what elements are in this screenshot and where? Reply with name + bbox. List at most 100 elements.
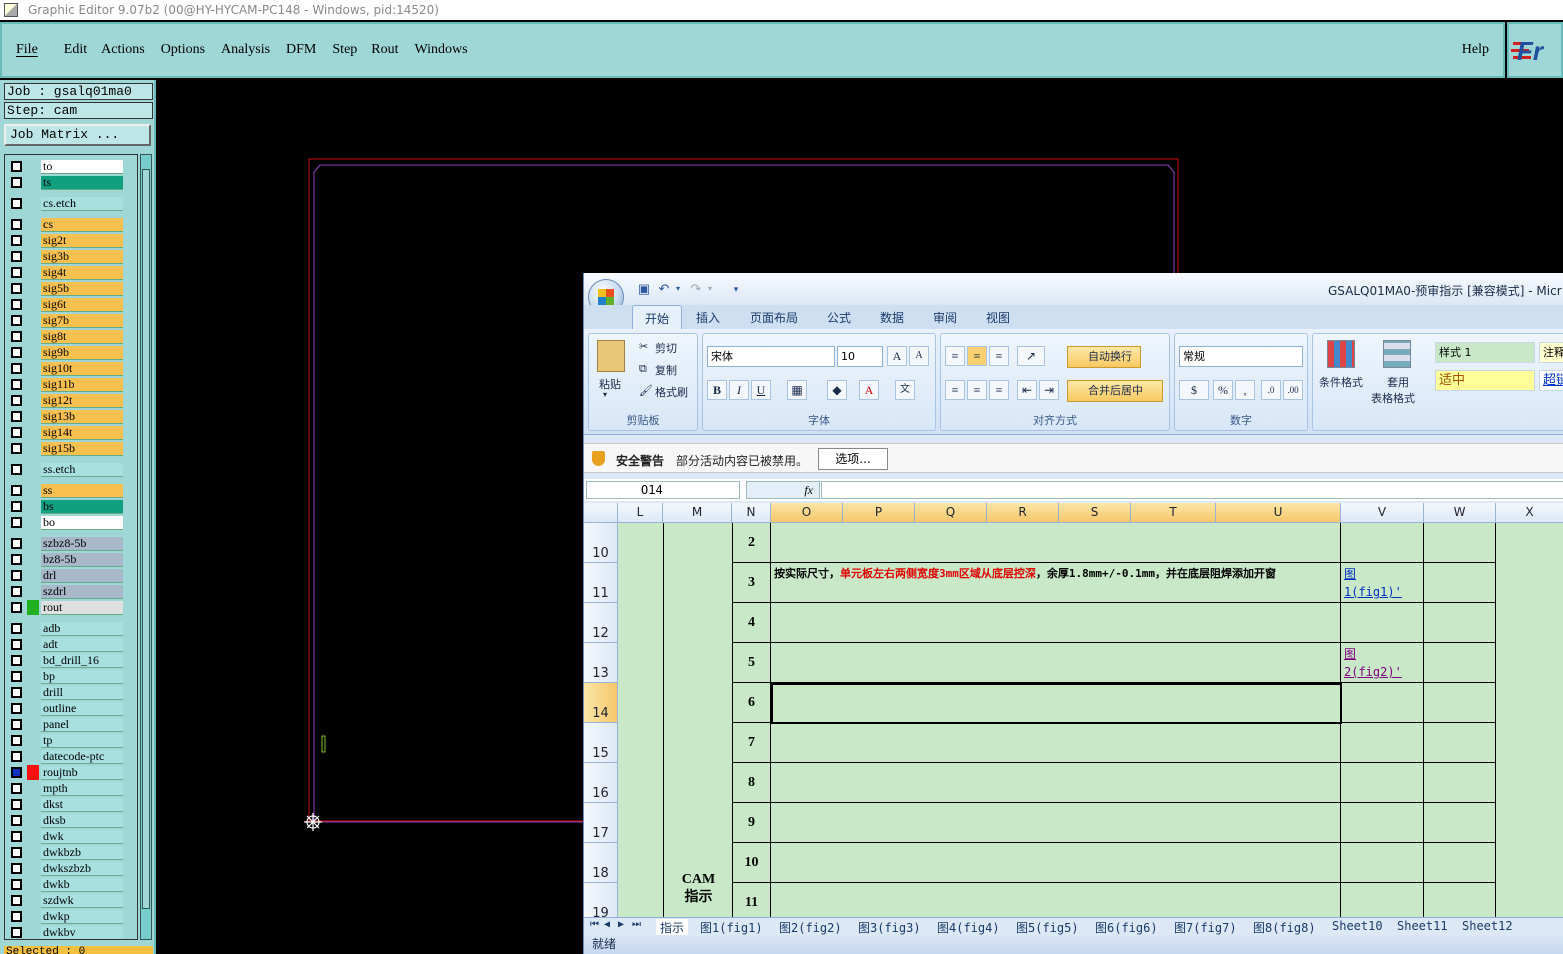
cut-button[interactable]: 剪切: [655, 340, 677, 356]
layer-checkbox-icon[interactable]: [11, 602, 22, 613]
security-options-button[interactable]: 选项...: [818, 448, 888, 470]
first-sheet-icon[interactable]: ⏮: [590, 919, 599, 930]
layer-name[interactable]: dwk: [41, 830, 123, 844]
decrease-indent-icon[interactable]: ⇤: [1017, 380, 1037, 400]
save-icon[interactable]: ▣: [636, 281, 652, 297]
table-format-icon[interactable]: [1383, 340, 1411, 368]
grow-font-icon[interactable]: A: [887, 346, 907, 366]
layer-checkbox-icon[interactable]: [11, 863, 22, 874]
layer-name[interactable]: sig7b: [41, 314, 123, 328]
v-column-cell[interactable]: [1341, 523, 1424, 563]
w-column-cell[interactable]: [1424, 643, 1496, 683]
layer-color-swatch[interactable]: [27, 329, 39, 344]
step-number-cell[interactable]: 4: [732, 603, 771, 643]
layer-checkbox-icon[interactable]: [11, 687, 22, 698]
layer-row-mpth[interactable]: mpth: [5, 781, 135, 796]
layer-row-sig15b[interactable]: sig15b: [5, 441, 135, 456]
align-center-icon[interactable]: ≡: [967, 380, 987, 400]
layer-color-swatch[interactable]: [27, 653, 39, 668]
layer-name[interactable]: szdrl: [41, 585, 123, 599]
row-header-15[interactable]: 15: [584, 723, 618, 763]
layer-name[interactable]: sig13b: [41, 410, 123, 424]
layer-color-swatch[interactable]: [27, 233, 39, 248]
tab-review[interactable]: 审阅: [933, 309, 957, 326]
layer-row-bd_drill_16[interactable]: bd_drill_16: [5, 653, 135, 668]
layer-checkbox-icon[interactable]: [11, 501, 22, 512]
layer-name[interactable]: bp: [41, 670, 123, 684]
layer-checkbox-icon[interactable]: [11, 751, 22, 762]
w-column-cell[interactable]: [1424, 803, 1496, 843]
layer-name[interactable]: dwkp: [41, 910, 123, 924]
decrease-decimal-icon[interactable]: .00: [1283, 380, 1303, 400]
layer-row-dwkbv[interactable]: dwkbv: [5, 925, 135, 939]
layer-color-swatch[interactable]: [27, 797, 39, 812]
layer-row-ss.etch[interactable]: ss.etch: [5, 462, 135, 477]
layer-checkbox-icon[interactable]: [11, 799, 22, 810]
layer-row-dwkb[interactable]: dwkb: [5, 877, 135, 892]
table-format-label-2[interactable]: 表格格式: [1371, 390, 1415, 406]
menu-step[interactable]: Step: [332, 42, 357, 58]
cut-icon[interactable]: ✂: [639, 340, 648, 353]
col-header-n[interactable]: N: [732, 503, 771, 523]
layer-row-cs[interactable]: cs: [5, 217, 135, 232]
layer-name[interactable]: sig4t: [41, 266, 123, 280]
layer-row-tp[interactable]: tp: [5, 733, 135, 748]
accounting-format-icon[interactable]: $: [1179, 380, 1209, 400]
layer-row-dwkp[interactable]: dwkp: [5, 909, 135, 924]
layer-color-swatch[interactable]: [27, 568, 39, 583]
style-neutral-cell[interactable]: 适中: [1435, 370, 1535, 391]
layer-color-swatch[interactable]: [27, 765, 39, 780]
layer-color-swatch[interactable]: [27, 361, 39, 376]
font-size-select[interactable]: 10: [837, 346, 883, 367]
worksheet-grid[interactable]: L M N O P Q R S T U V W X 10 2 11 3 12 4 13 5 14…: [584, 503, 1563, 923]
bold-icon[interactable]: B: [707, 380, 727, 400]
menu-analysis[interactable]: Analysis: [221, 42, 270, 58]
prev-sheet-icon[interactable]: ◀: [604, 919, 610, 930]
layer-checkbox-icon[interactable]: [11, 735, 22, 746]
sheet-tab-4[interactable]: 图4(fig4): [937, 919, 1000, 936]
layer-row-roujtnb[interactable]: roujtnb: [5, 765, 135, 780]
w-column-cell[interactable]: [1424, 723, 1496, 763]
layer-name[interactable]: sig15b: [41, 442, 123, 456]
layer-color-swatch[interactable]: [27, 813, 39, 828]
row-header-18[interactable]: 18: [584, 843, 618, 883]
layer-checkbox-icon[interactable]: [11, 767, 22, 778]
layer-checkbox-icon[interactable]: [11, 283, 22, 294]
layer-color-swatch[interactable]: [27, 584, 39, 599]
layer-row-sig7b[interactable]: sig7b: [5, 313, 135, 328]
layer-row-bo[interactable]: bo: [5, 515, 135, 530]
layer-name[interactable]: ss: [41, 484, 123, 498]
layer-row-szbz8-5b[interactable]: szbz8-5b: [5, 536, 135, 551]
layer-color-swatch[interactable]: [27, 313, 39, 328]
tab-formulas[interactable]: 公式: [827, 309, 851, 326]
layer-color-swatch[interactable]: [27, 159, 39, 174]
layer-color-swatch[interactable]: [27, 409, 39, 424]
style-note-cell[interactable]: 注释: [1539, 342, 1563, 363]
customize-qat-icon[interactable]: ▾: [728, 281, 744, 297]
layer-checkbox-icon[interactable]: [11, 639, 22, 650]
layer-name[interactable]: sig6t: [41, 298, 123, 312]
layer-checkbox-icon[interactable]: [11, 847, 22, 858]
layer-name[interactable]: szbz8-5b: [41, 537, 123, 551]
paste-icon[interactable]: [597, 340, 625, 372]
layer-checkbox-icon[interactable]: [11, 879, 22, 890]
layer-name[interactable]: cs: [41, 218, 123, 232]
v-column-cell[interactable]: [1341, 843, 1424, 883]
tab-page-layout[interactable]: 页面布局: [750, 309, 798, 326]
layer-color-swatch[interactable]: [27, 845, 39, 860]
layer-row-sig8t[interactable]: sig8t: [5, 329, 135, 344]
number-format-select[interactable]: 常规: [1179, 346, 1303, 367]
o-column-cell[interactable]: [771, 763, 1341, 803]
step-number-cell[interactable]: 3: [732, 563, 771, 603]
layer-row-szdwk[interactable]: szdwk: [5, 893, 135, 908]
conditional-format-button[interactable]: 条件格式: [1319, 374, 1363, 390]
col-header-s[interactable]: S: [1059, 503, 1131, 523]
col-header-t[interactable]: T: [1131, 503, 1216, 523]
layer-name[interactable]: dwkb: [41, 878, 123, 892]
layer-row-rout[interactable]: rout: [5, 600, 135, 615]
shrink-font-icon[interactable]: A: [909, 346, 929, 366]
layer-checkbox-icon[interactable]: [11, 703, 22, 714]
col-header-m[interactable]: M: [663, 503, 732, 523]
layer-name[interactable]: datecode-ptc: [41, 750, 123, 764]
layer-row-outline[interactable]: outline: [5, 701, 135, 716]
